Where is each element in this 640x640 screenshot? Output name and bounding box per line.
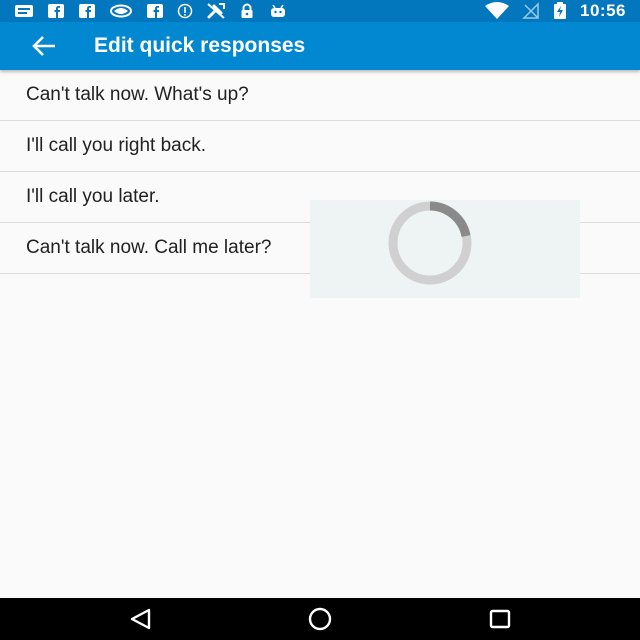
notification-icon <box>15 5 33 17</box>
wifi-icon <box>485 2 510 19</box>
battery-charging-icon <box>554 2 567 19</box>
arrow-back-icon <box>32 36 55 56</box>
nav-recents-button[interactable] <box>480 604 520 634</box>
signal-app-icon <box>110 4 132 18</box>
facebook-icon <box>48 4 64 18</box>
loading-dialog <box>310 200 580 298</box>
no-signal-icon <box>522 2 539 19</box>
page-title: Edit quick responses <box>94 34 306 57</box>
quick-response-item[interactable]: I'll call you right back. <box>0 121 640 172</box>
status-left-icons <box>14 0 288 22</box>
facebook-icon <box>147 4 163 18</box>
status-clock: 10:56 <box>580 1 626 20</box>
android-icon <box>271 4 285 17</box>
status-bar: 10:56 <box>0 0 640 22</box>
info-icon <box>177 3 193 19</box>
crossed-tool-icon <box>207 3 225 19</box>
nav-home-button[interactable] <box>300 604 340 634</box>
navigation-bar <box>0 598 640 640</box>
back-button[interactable] <box>26 32 62 60</box>
status-right-icons: 10:56 <box>484 0 626 22</box>
home-circle-icon <box>308 607 332 631</box>
facebook-icon <box>79 4 95 18</box>
lock-icon <box>241 3 253 18</box>
screen: 10:56 Edit quick responses Can't talk no… <box>0 0 640 640</box>
nav-back-button[interactable] <box>120 604 160 634</box>
recents-square-icon <box>489 609 511 629</box>
loading-spinner-icon <box>388 201 472 285</box>
back-triangle-icon <box>130 608 151 630</box>
quick-response-item[interactable]: Can't talk now. What's up? <box>0 70 640 121</box>
app-bar: Edit quick responses <box>0 22 640 70</box>
